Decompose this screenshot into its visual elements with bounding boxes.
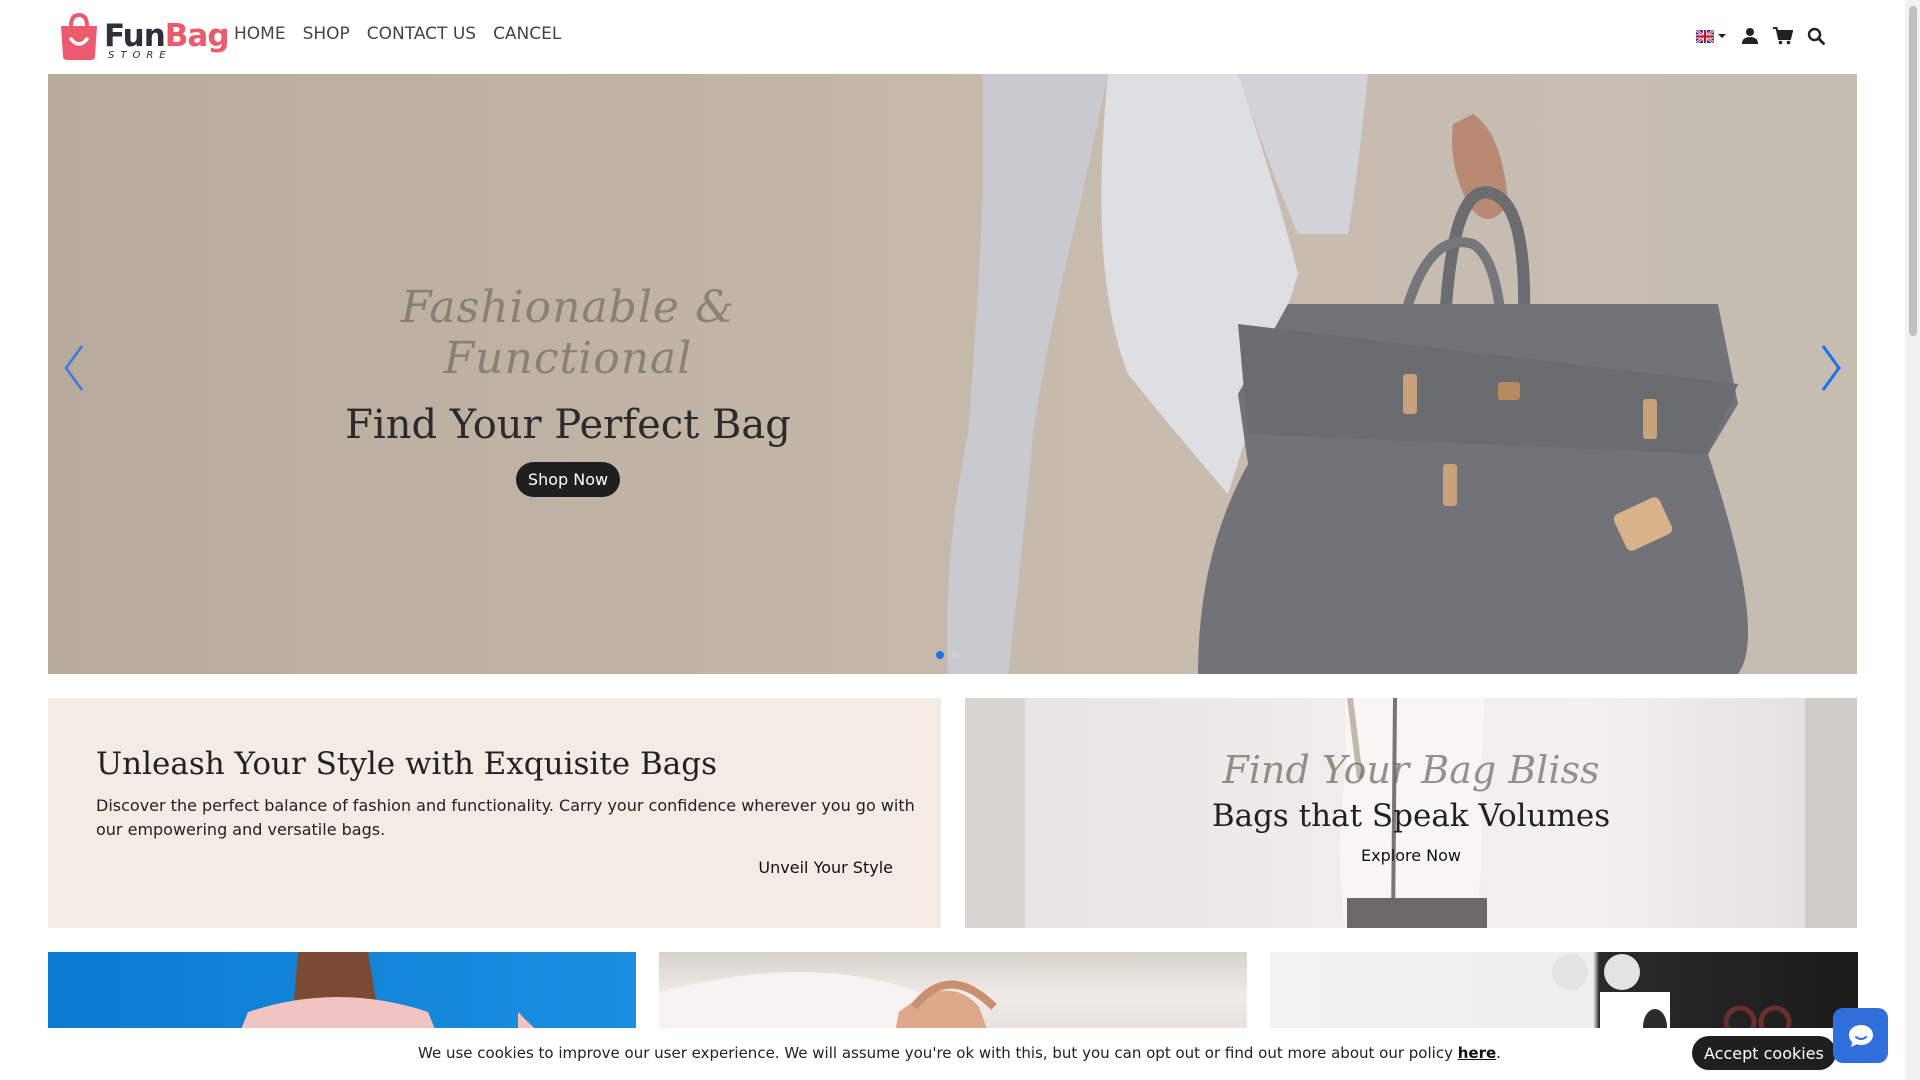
promo-banner-left: Unleash Your Style with Exquisite Bags D…: [48, 698, 941, 928]
hero-script-heading: Fashionable & Functional: [400, 282, 736, 384]
shop-now-button[interactable]: Shop Now: [515, 462, 621, 497]
shopping-bag-logo-icon: [61, 12, 97, 60]
carousel-dot-1[interactable]: [936, 651, 944, 659]
search-icon: [1807, 27, 1825, 45]
brand-logo[interactable]: FunBag STORE: [58, 10, 230, 64]
cookie-banner: We use cookies to improve our user exper…: [0, 1028, 1905, 1080]
scrollbar-thumb[interactable]: [1909, 6, 1917, 336]
caret-down-icon: [1718, 34, 1726, 38]
promo-banner-right: Find Your Bag Bliss Bags that Speak Volu…: [965, 698, 1857, 928]
cart-icon: [1773, 27, 1793, 45]
language-selector[interactable]: [1696, 24, 1727, 48]
nav-home[interactable]: HOME: [234, 24, 286, 44]
carousel-indicators: [936, 651, 959, 659]
cart-button[interactable]: [1773, 24, 1793, 48]
hero-carousel: Fashionable & Functional Find Your Perfe…: [48, 74, 1857, 674]
chevron-left-icon: [64, 345, 84, 391]
nav-cancel[interactable]: CANCEL: [493, 24, 561, 44]
header-tools: [1696, 24, 1825, 48]
account-button[interactable]: [1741, 24, 1759, 48]
promo-right-title: Bags that Speak Volumes: [1211, 798, 1611, 834]
cookie-message: We use cookies to improve our user exper…: [418, 1044, 1501, 1062]
carousel-next-button[interactable]: [1813, 340, 1849, 396]
promo-left-description: Discover the perfect balance of fashion …: [96, 796, 915, 839]
search-button[interactable]: [1807, 24, 1825, 48]
promo-right-script-heading: Find Your Bag Bliss: [1222, 748, 1600, 792]
main-nav: HOME SHOP CONTACT US CANCEL: [234, 24, 561, 44]
chat-widget-button[interactable]: [1833, 1008, 1888, 1063]
chat-bubble-icon: [1848, 1024, 1873, 1047]
promo-right-caption: Find Your Bag Bliss Bags that Speak Volu…: [965, 748, 1857, 865]
brand-name: FunBag: [104, 18, 230, 54]
nav-contact-us[interactable]: CONTACT US: [367, 24, 476, 44]
site-header: FunBag STORE HOME SHOP CONTACT US CANCEL: [0, 0, 1905, 74]
hero-title: Find Your Perfect Bag: [345, 402, 791, 448]
nav-shop[interactable]: SHOP: [303, 24, 350, 44]
hero-caption: Fashionable & Functional Find Your Perfe…: [303, 282, 833, 497]
brand-subtitle: STORE: [108, 50, 172, 61]
promo-left-title: Unleash Your Style with Exquisite Bags: [96, 746, 718, 782]
page: FunBag STORE HOME SHOP CONTACT US CANCEL: [0, 0, 1920, 1080]
explore-now-link[interactable]: Explore Now: [1361, 846, 1461, 865]
user-icon: [1742, 28, 1758, 44]
cookie-policy-link[interactable]: here: [1458, 1044, 1496, 1062]
uk-flag-icon: [1696, 29, 1714, 43]
accept-cookies-button[interactable]: Accept cookies: [1692, 1036, 1836, 1070]
unveil-your-style-link[interactable]: Unveil Your Style: [758, 858, 893, 877]
chevron-right-icon: [1821, 345, 1841, 391]
carousel-prev-button[interactable]: [56, 340, 92, 396]
carousel-dot-2[interactable]: [951, 651, 959, 659]
page-scrollbar[interactable]: [1905, 0, 1920, 1080]
